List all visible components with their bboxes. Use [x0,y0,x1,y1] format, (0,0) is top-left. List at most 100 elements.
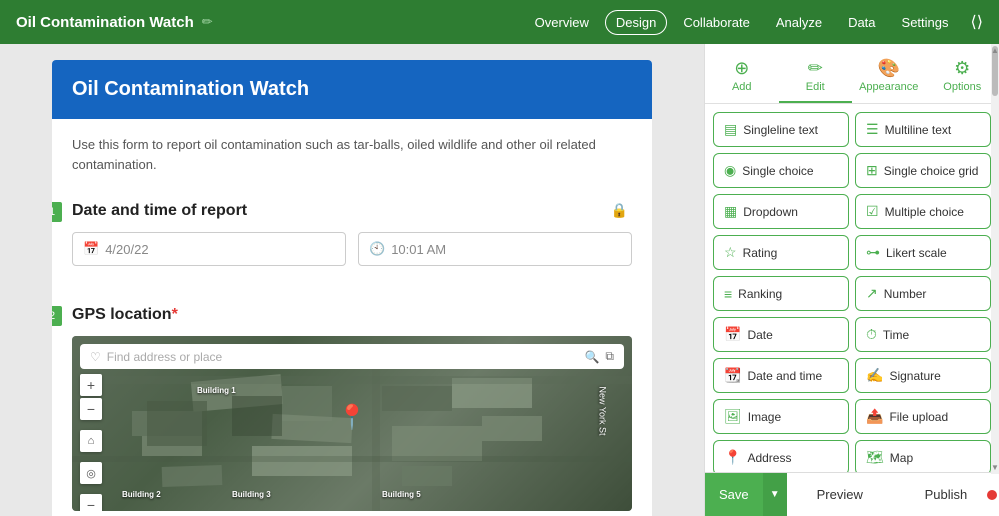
date-icon: 📅 [724,326,741,343]
map-zoom-in[interactable]: + [80,374,102,396]
section-number-1: 1 [52,202,62,222]
widget-file-upload[interactable]: 📤 File upload [855,399,991,434]
app-title: Oil Contamination Watch [16,14,194,31]
tab-appearance[interactable]: 🎨 Appearance [852,52,926,103]
save-dropdown-arrow[interactable]: ▼ [763,473,787,516]
form-area: Oil Contamination Watch Use this form to… [0,44,704,516]
widget-image[interactable]: 🖼 Image [713,399,849,434]
widget-label-rating: Rating [743,246,778,260]
tab-edit-label: Edit [806,81,825,93]
map-search-bar[interactable]: ♡ Find address or place 🔍 ⧉ [80,344,624,369]
widget-label-file-upload: File upload [889,410,948,424]
widget-rating[interactable]: ☆ Rating [713,235,849,270]
widget-list: ▤ Singleline text ☰ Multiline text ◉ Sin… [705,104,999,472]
widget-singleline-text[interactable]: ▤ Singleline text [713,112,849,147]
widget-label-datetime: Date and time [747,369,822,383]
date-input[interactable]: 📅 4/20/22 [72,232,346,266]
map-minus2[interactable]: − [80,494,102,511]
options-tab-icon: ⚙ [954,58,970,79]
road-label: New York St [597,386,607,435]
preview-button[interactable]: Preview [787,479,893,510]
map-pin: 📍 [337,403,367,432]
widget-multiple-choice[interactable]: ☑ Multiple choice [855,194,991,229]
datetime-row: 📅 4/20/22 🕙 10:01 AM [72,232,632,266]
scroll-arrow-up[interactable]: ▲ [991,46,999,55]
nav-data[interactable]: Data [838,11,885,34]
widget-label-number: Number [884,287,927,301]
multiple-choice-icon: ☑ [866,203,879,220]
datetime-label: Date and time of report [72,202,632,220]
form-section-datetime: 1 🔒 Date and time of report 📅 4/20/22 🕙 … [72,190,632,278]
widget-multiline-text[interactable]: ☰ Multiline text [855,112,991,147]
preview-label: Preview [817,487,863,502]
form-header: Oil Contamination Watch [52,60,652,119]
time-icon: ⏱ [866,326,877,343]
nav-links: Overview Design Collaborate Analyze Data… [525,10,983,35]
publish-button[interactable]: Publish [893,479,999,510]
widget-label-dropdown: Dropdown [743,205,798,219]
widget-date[interactable]: 📅 Date [713,317,849,352]
form-description: Use this form to report oil contaminatio… [72,135,632,174]
share-icon[interactable]: ⟨⟩ [971,12,983,32]
widget-signature[interactable]: ✍ Signature [855,358,991,393]
form-section-gps: 2 GPS location* ♡ Find address or place … [72,294,632,516]
edit-title-icon[interactable]: ✏ [202,14,213,30]
required-star: * [172,306,178,323]
time-input[interactable]: 🕙 10:01 AM [358,232,632,266]
tab-add[interactable]: ⊕ Add [705,52,779,103]
add-tab-icon: ⊕ [734,58,749,79]
time-value: 10:01 AM [391,242,446,257]
likert-icon: ⊶ [866,244,880,261]
notification-dot [987,490,997,500]
widget-dropdown[interactable]: ▦ Dropdown [713,194,849,229]
image-icon: 🖼 [724,408,742,425]
multiline-icon: ☰ [866,121,879,138]
widget-grid: ▤ Singleline text ☰ Multiline text ◉ Sin… [713,112,991,472]
ranking-icon: ≡ [724,286,732,302]
tab-options[interactable]: ⚙ Options [926,52,999,103]
widget-panel: ⊕ Add ✏ Edit 🎨 Appearance ⚙ Options ▤ Si… [704,44,999,516]
widget-number[interactable]: ↗ Number [855,276,991,311]
main-layout: Oil Contamination Watch Use this form to… [0,44,999,516]
right-scrollbar[interactable]: ▼ ▲ [991,44,999,474]
widget-likert-scale[interactable]: ⊶ Likert scale [855,235,991,270]
widget-time[interactable]: ⏱ Time [855,317,991,352]
map-controls: + − ⌂ ◎ − [80,374,102,511]
widget-label-multiline: Multiline text [885,123,952,137]
bottom-action-bar: Save ▼ Preview Publish [705,472,999,516]
widget-ranking[interactable]: ≡ Ranking [713,276,849,311]
nav-analyze[interactable]: Analyze [766,11,832,34]
publish-label: Publish [925,487,968,502]
widget-single-choice[interactable]: ◉ Single choice [713,153,849,188]
widget-map[interactable]: 🗺 Map [855,440,991,472]
calendar-icon: 📅 [83,241,99,257]
file-upload-icon: 📤 [866,408,883,425]
tab-appearance-label: Appearance [859,81,918,93]
nav-collaborate[interactable]: Collaborate [673,11,760,34]
map-home[interactable]: ⌂ [80,430,102,452]
widget-address[interactable]: 📍 Address [713,440,849,472]
map-locate[interactable]: ◎ [80,462,102,484]
clock-icon: 🕙 [369,241,385,257]
scroll-arrow-down[interactable]: ▼ [991,463,999,472]
nav-overview[interactable]: Overview [525,11,599,34]
widget-label-singleline: Singleline text [743,123,818,137]
number-icon: ↗ [866,285,878,302]
form-body: Use this form to report oil contaminatio… [52,119,652,516]
tab-edit[interactable]: ✏ Edit [779,52,853,103]
single-choice-icon: ◉ [724,162,736,179]
widget-date-and-time[interactable]: 📆 Date and time [713,358,849,393]
save-button[interactable]: Save [705,473,763,516]
widget-label-map: Map [890,451,913,465]
nav-design[interactable]: Design [605,10,667,35]
save-section: Save ▼ [705,473,787,516]
single-choice-grid-icon: ⊞ [866,162,878,179]
widget-label-single-choice: Single choice [742,164,813,178]
heart-icon: ♡ [90,350,101,364]
search-icon: 🔍 [584,350,599,364]
widget-single-choice-grid[interactable]: ⊞ Single choice grid [855,153,991,188]
form-card: Oil Contamination Watch Use this form to… [52,60,652,516]
nav-settings[interactable]: Settings [892,11,959,34]
map-zoom-out[interactable]: − [80,398,102,420]
widget-label-single-choice-grid: Single choice grid [884,164,979,178]
